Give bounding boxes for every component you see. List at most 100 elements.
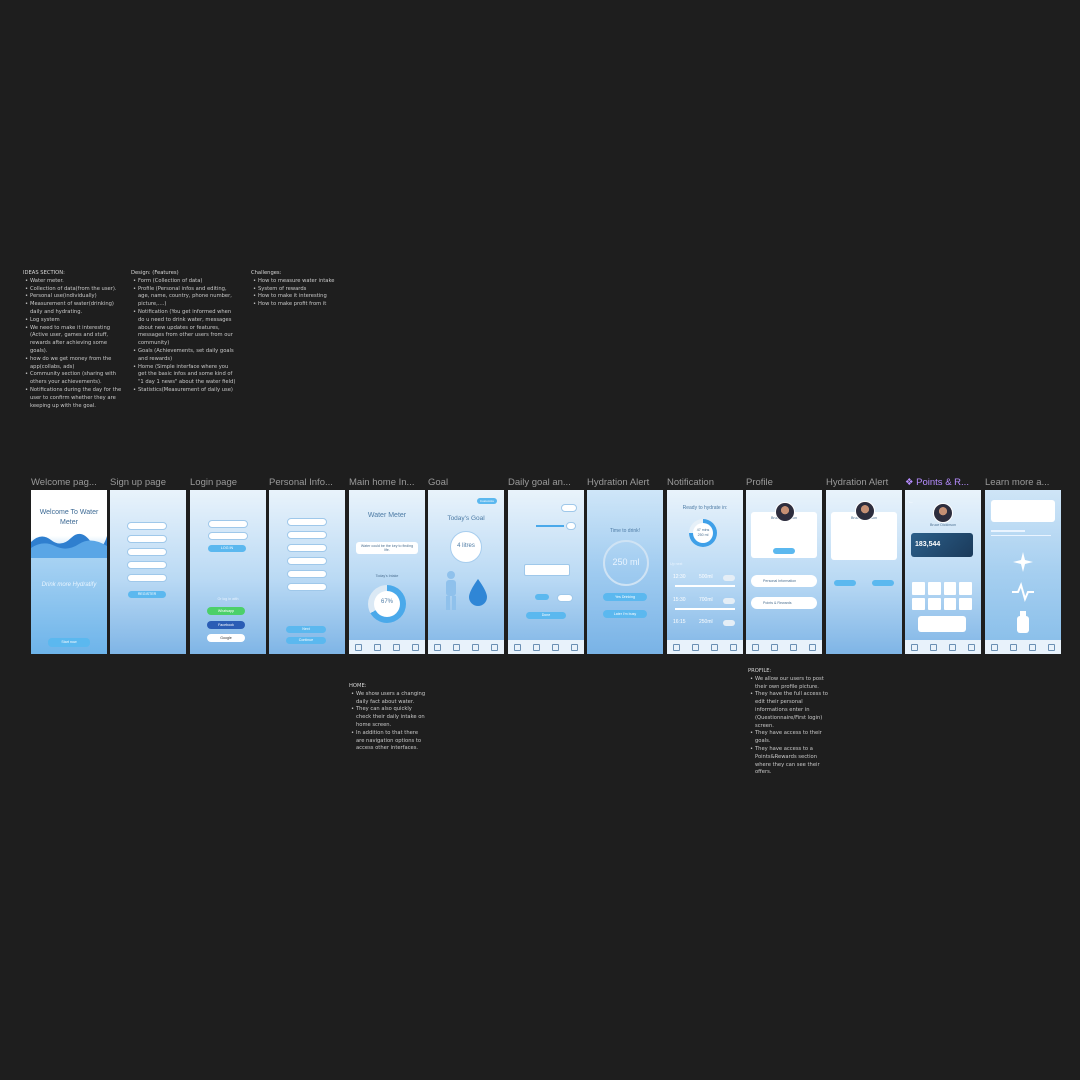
personal-field[interactable]: [287, 557, 327, 565]
done-button[interactable]: Done: [526, 612, 566, 619]
profile-action-button[interactable]: [773, 548, 795, 554]
screen-learn[interactable]: [985, 490, 1061, 654]
frame-label-personal[interactable]: Personal Info...: [269, 477, 345, 488]
reward-tile[interactable]: [927, 582, 941, 595]
frame-label-alert[interactable]: Hydration Alert: [587, 477, 663, 488]
personal-field[interactable]: [287, 518, 327, 526]
period-slider[interactable]: [536, 525, 564, 527]
home-icon[interactable]: [434, 643, 441, 651]
frame-label-home[interactable]: Main home In...: [349, 477, 425, 488]
stats-icon[interactable]: [790, 643, 797, 651]
continue-button[interactable]: Continue: [286, 637, 326, 644]
daily-goal-field[interactable]: [561, 504, 577, 512]
stats-icon[interactable]: [1029, 643, 1036, 651]
screen-points[interactable]: ← Bruce Dickinson 183,544: [905, 490, 981, 654]
frame-label-welcome[interactable]: Welcome pag...: [31, 477, 107, 488]
personal-field[interactable]: [287, 531, 327, 539]
personal-info-item[interactable]: Personal Information: [751, 575, 817, 587]
reward-tile[interactable]: [912, 582, 925, 595]
stats-icon[interactable]: [552, 643, 559, 651]
frame-label-points[interactable]: ❖ Points & R...: [905, 477, 981, 488]
register-button[interactable]: REGISTER: [128, 591, 166, 598]
reward-tile[interactable]: [959, 597, 972, 610]
later-button[interactable]: Later I'm busy: [603, 610, 647, 618]
home-icon[interactable]: [514, 643, 521, 651]
frame-label-learn[interactable]: Learn more a...: [985, 477, 1061, 488]
screen-daily[interactable]: Done: [508, 490, 584, 654]
reward-tile[interactable]: [912, 597, 925, 610]
profile-icon[interactable]: [571, 643, 578, 651]
facebook-button[interactable]: Facebook: [207, 621, 245, 629]
avatar[interactable]: [855, 501, 875, 521]
option-button[interactable]: [557, 594, 573, 602]
avatar[interactable]: [775, 502, 795, 522]
reward-tile[interactable]: [943, 582, 957, 595]
next-button[interactable]: Next: [286, 626, 326, 633]
row-toggle[interactable]: [723, 620, 735, 626]
avatar[interactable]: [933, 503, 953, 523]
screen-profile[interactable]: Bruce Dickinson Personal Information Poi…: [746, 490, 822, 654]
whatsapp-button[interactable]: Whatsapp: [207, 607, 245, 615]
period-field[interactable]: [566, 522, 576, 530]
signup-field[interactable]: [127, 522, 167, 530]
alert2-left-button[interactable]: [834, 580, 856, 586]
home-icon[interactable]: [752, 643, 759, 651]
screen-notification[interactable]: Ready to hydrate in: 47 mins 250 ml Up n…: [667, 490, 743, 654]
reward-tile[interactable]: [959, 582, 972, 595]
screen-personal[interactable]: Next Continue: [269, 490, 345, 654]
goal-icon[interactable]: [374, 643, 381, 651]
profile-icon[interactable]: [491, 643, 498, 651]
screen-home[interactable]: Water Meter Water could be the key to fi…: [349, 490, 425, 654]
option-button[interactable]: [535, 594, 549, 600]
signup-field[interactable]: [127, 535, 167, 543]
goal-icon[interactable]: [533, 643, 540, 651]
profile-icon[interactable]: [730, 643, 737, 651]
screen-alert2[interactable]: Bruce Dickinson: [826, 490, 902, 654]
customize-chip[interactable]: Customize: [477, 498, 497, 504]
home-icon[interactable]: [911, 643, 918, 651]
personal-field[interactable]: [287, 544, 327, 552]
signup-field[interactable]: [127, 561, 167, 569]
goal-icon[interactable]: [692, 643, 699, 651]
stats-icon[interactable]: [949, 643, 956, 651]
personal-field[interactable]: [287, 583, 327, 591]
stats-icon[interactable]: [711, 643, 718, 651]
username-field[interactable]: [208, 520, 248, 528]
goal-icon[interactable]: [453, 643, 460, 651]
home-icon[interactable]: [991, 643, 998, 651]
home-icon[interactable]: [355, 643, 362, 651]
reward-detail-card[interactable]: [918, 616, 966, 632]
profile-icon[interactable]: [1048, 643, 1055, 651]
google-button[interactable]: Google: [207, 634, 245, 642]
stats-icon[interactable]: [393, 643, 400, 651]
screen-alert[interactable]: Time to drink! 250 ml Yes Drinking Later…: [587, 490, 663, 654]
home-icon[interactable]: [673, 643, 680, 651]
start-now-button[interactable]: Start now: [48, 638, 90, 647]
frame-label-goal[interactable]: Goal: [428, 477, 504, 488]
back-arrow-icon[interactable]: ←: [908, 499, 914, 505]
points-rewards-item[interactable]: Points & Rewards: [751, 597, 817, 609]
screen-welcome[interactable]: Welcome To Water Meter Drink more Hydrat…: [31, 490, 107, 654]
goal-icon[interactable]: [771, 643, 778, 651]
login-button[interactable]: LOG IN: [208, 545, 246, 552]
frame-label-profile[interactable]: Profile: [746, 477, 822, 488]
row-toggle[interactable]: [723, 575, 735, 581]
profile-icon[interactable]: [412, 643, 419, 651]
frame-label-login[interactable]: Login page: [190, 477, 266, 488]
frame-label-signup[interactable]: Sign up page: [110, 477, 186, 488]
frame-label-notification[interactable]: Notification: [667, 477, 743, 488]
reward-tile[interactable]: [943, 597, 957, 610]
signup-field[interactable]: [127, 574, 167, 582]
frame-label-alert2[interactable]: Hydration Alert: [826, 477, 902, 488]
alert2-right-button[interactable]: [872, 580, 894, 586]
screen-signup[interactable]: REGISTER: [110, 490, 186, 654]
profile-icon[interactable]: [809, 643, 816, 651]
stats-icon[interactable]: [472, 643, 479, 651]
profile-icon[interactable]: [968, 643, 975, 651]
screen-goal[interactable]: Customize Today's Goal 4 litres: [428, 490, 504, 654]
yes-drinking-button[interactable]: Yes Drinking: [603, 593, 647, 601]
frame-label-daily[interactable]: Daily goal an...: [508, 477, 584, 488]
goal-icon[interactable]: [930, 643, 937, 651]
interval-field[interactable]: [524, 564, 570, 576]
row-toggle[interactable]: [723, 598, 735, 604]
